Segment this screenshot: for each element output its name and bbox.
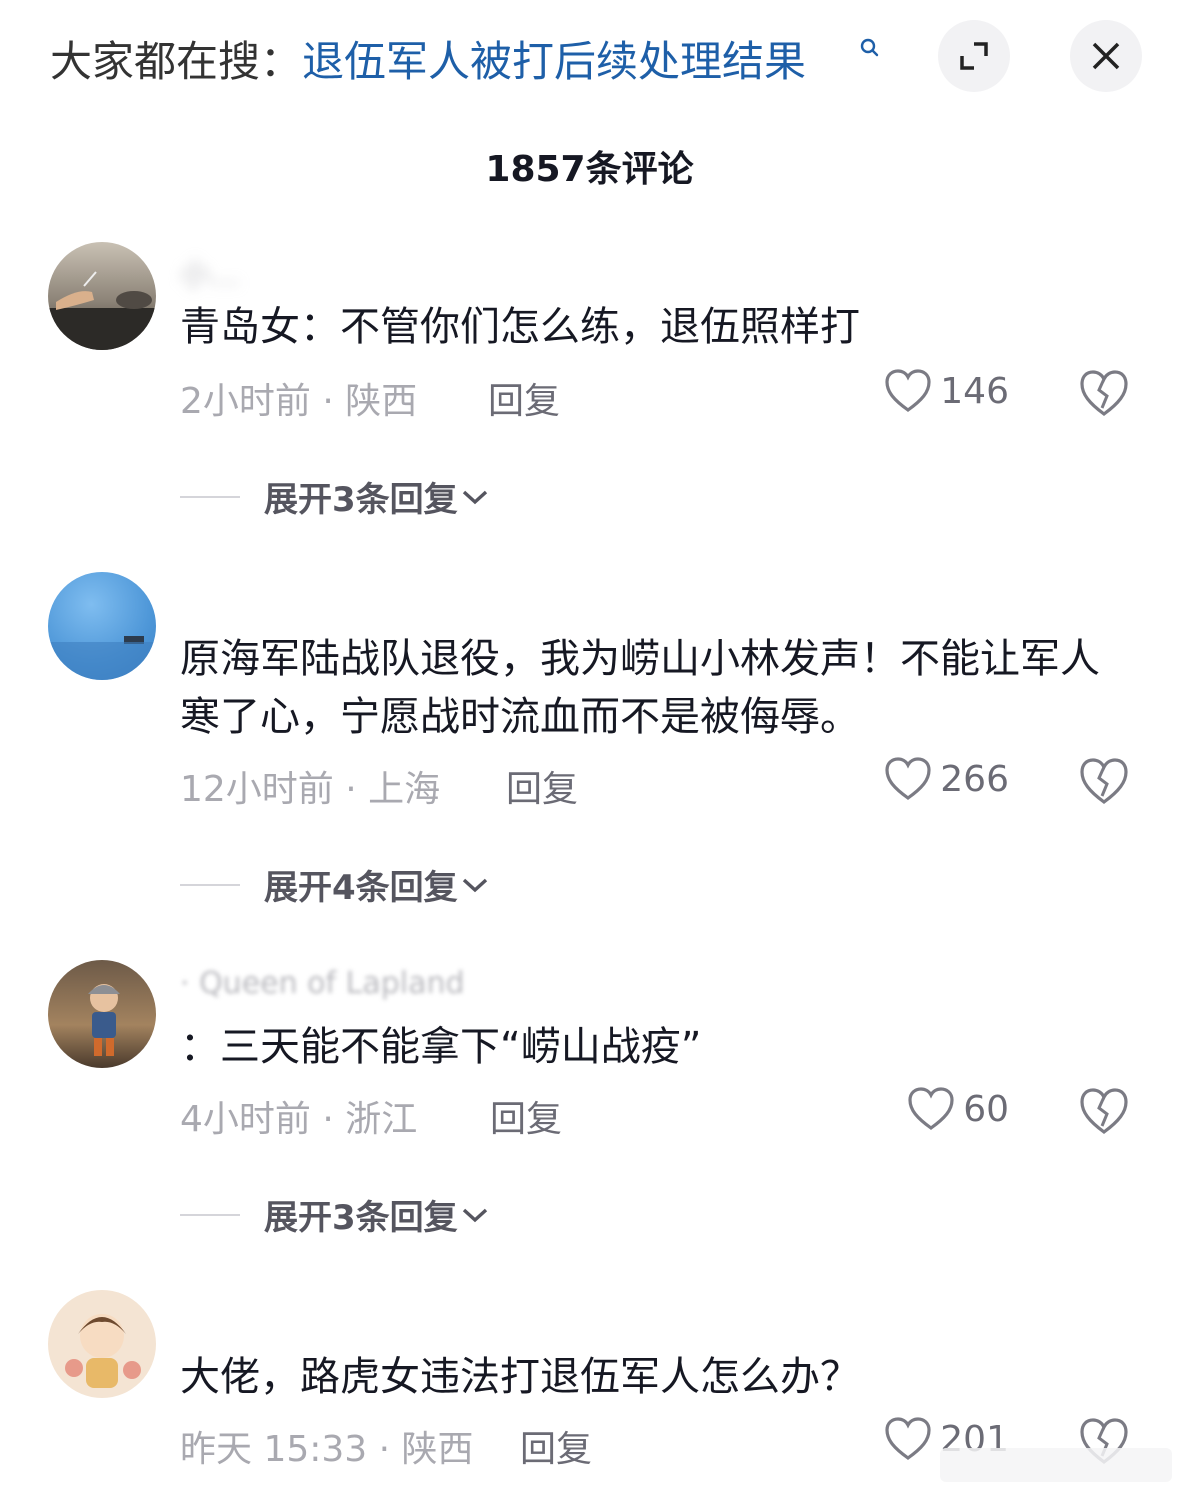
comment-text: 青岛女：不管你们怎么练，退伍照样打 [180,304,860,350]
comment-meta: 昨天 15:33 · 陕西 [180,1429,474,1470]
top-bar: 大家都在搜：退伍军人被打后续处理结果 [0,0,1179,110]
avatar[interactable] [48,960,156,1068]
avatar[interactable] [48,1290,156,1398]
trending-search[interactable]: 大家都在搜：退伍军人被打后续处理结果 [50,28,806,89]
heart-icon [885,369,931,412]
expand-button[interactable] [938,20,1010,92]
search-icon[interactable] [858,36,882,60]
expand-icon [960,42,988,70]
like-count: 60 [963,1088,1009,1130]
chevron-down-icon [462,490,487,504]
like-count: 266 [940,758,1009,800]
avatar-image [88,984,120,1056]
comment-count-title: 1857条评论 [485,149,694,190]
like-button[interactable]: 60 [907,1086,1009,1132]
reply-button[interactable]: 回复 [506,760,578,812]
heart-icon [908,1087,954,1130]
close-button[interactable] [1070,20,1142,92]
comment-text: 大佬，路虎女违法打退伍军人怎么办？ [180,1354,860,1400]
avatar-image [48,271,156,350]
like-count: 146 [940,370,1009,412]
broken-heart-icon[interactable] [1078,756,1130,806]
expand-replies-label: 展开3条回复 [264,1198,458,1238]
comment-text: ：三天能不能拿下“崂山战疫” [180,1024,702,1070]
heart-icon [885,1417,931,1460]
reply-button[interactable]: 回复 [490,1090,562,1142]
search-term-link[interactable]: 退伍军人被打后续处理结果 [302,37,806,86]
expand-replies-button[interactable]: 展开4条回复 [180,860,492,909]
reply-button[interactable]: 回复 [488,372,560,424]
reply-button[interactable]: 回复 [520,1420,592,1472]
username[interactable]: 小… [180,250,240,294]
avatar-image [65,1314,141,1388]
username[interactable]: · Queen of Lapland [180,966,465,1001]
broken-heart-icon[interactable] [1078,1086,1130,1136]
comment-text: 原海军陆战队退役，我为崂山小林发声！不能让军人寒了心，宁愿战时流血而不是被侮辱。 [180,636,1100,740]
divider-line [180,1213,240,1216]
broken-heart-icon[interactable] [1078,368,1130,418]
comment-meta: 4小时前 · 浙江 [180,1099,418,1140]
comment-meta: 12小时前 · 上海 [180,769,441,810]
heart-icon [885,757,931,800]
divider-line [180,495,240,498]
expand-replies-label: 展开4条回复 [264,868,458,908]
like-button[interactable]: 266 [884,756,1009,802]
chevron-down-icon [462,878,487,892]
avatar-image [48,636,156,680]
avatar[interactable] [48,572,156,680]
watermark-overlay [940,1448,1172,1482]
avatar[interactable] [48,242,156,350]
search-prefix-label: 大家都在搜： [50,37,303,86]
like-button[interactable]: 146 [884,368,1009,414]
comment-meta: 2小时前 · 陕西 [180,381,418,422]
close-icon [1092,42,1120,70]
expand-replies-label: 展开3条回复 [264,480,458,520]
expand-replies-button[interactable]: 展开3条回复 [180,472,492,521]
expand-replies-button[interactable]: 展开3条回复 [180,1190,492,1239]
divider-line [180,883,240,886]
chevron-down-icon [462,1208,487,1222]
